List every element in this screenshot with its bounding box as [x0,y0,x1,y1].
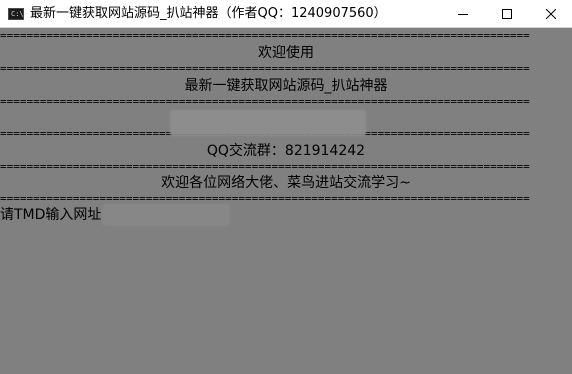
close-icon [546,9,556,19]
qq-group-line: QQ交流群：821914242 [206,143,366,159]
separator-rule: ========================================… [0,161,572,173]
console-app-icon-label: C:\ [11,10,24,18]
window-title: 最新一键获取网站源码_扒站神器（作者QQ：1240907560） [30,6,387,21]
separator-rule: ========================================… [0,96,572,108]
console-window: C:\ 最新一键获取网站源码_扒站神器（作者QQ：1240907560） ===… [0,0,572,374]
maximize-icon [502,9,512,19]
separator-rule: ========================================… [0,30,572,42]
redacted-url-input[interactable] [102,204,230,226]
maximize-button[interactable] [484,0,530,28]
separator-rule-text: ========================================… [0,161,530,173]
minimize-icon [458,14,468,15]
console-output[interactable]: ========================================… [0,28,572,374]
separator-rule: ========================================… [0,63,572,75]
greeting-line: 欢迎各位网络大佬、菜鸟进站交流学习~ [161,175,411,191]
separator-rule-text: ========================================… [0,30,530,42]
title-bar[interactable]: C:\ 最新一键获取网站源码_扒站神器（作者QQ：1240907560） [0,0,572,28]
redacted-region [170,110,366,136]
console-app-icon: C:\ [8,8,24,20]
minimize-button[interactable] [440,0,486,28]
separator-rule-text: ========================================… [0,193,530,205]
welcome-line: 欢迎使用 [258,45,314,61]
url-prompt: 请TMD输入网址 [0,207,102,223]
close-button[interactable] [528,0,572,28]
separator-rule: ========================================… [0,193,572,205]
app-title-line: 最新一键获取网站源码_扒站神器 [184,78,388,94]
separator-rule-text: ========================================… [0,63,530,75]
separator-rule-text: ========================================… [0,96,530,108]
